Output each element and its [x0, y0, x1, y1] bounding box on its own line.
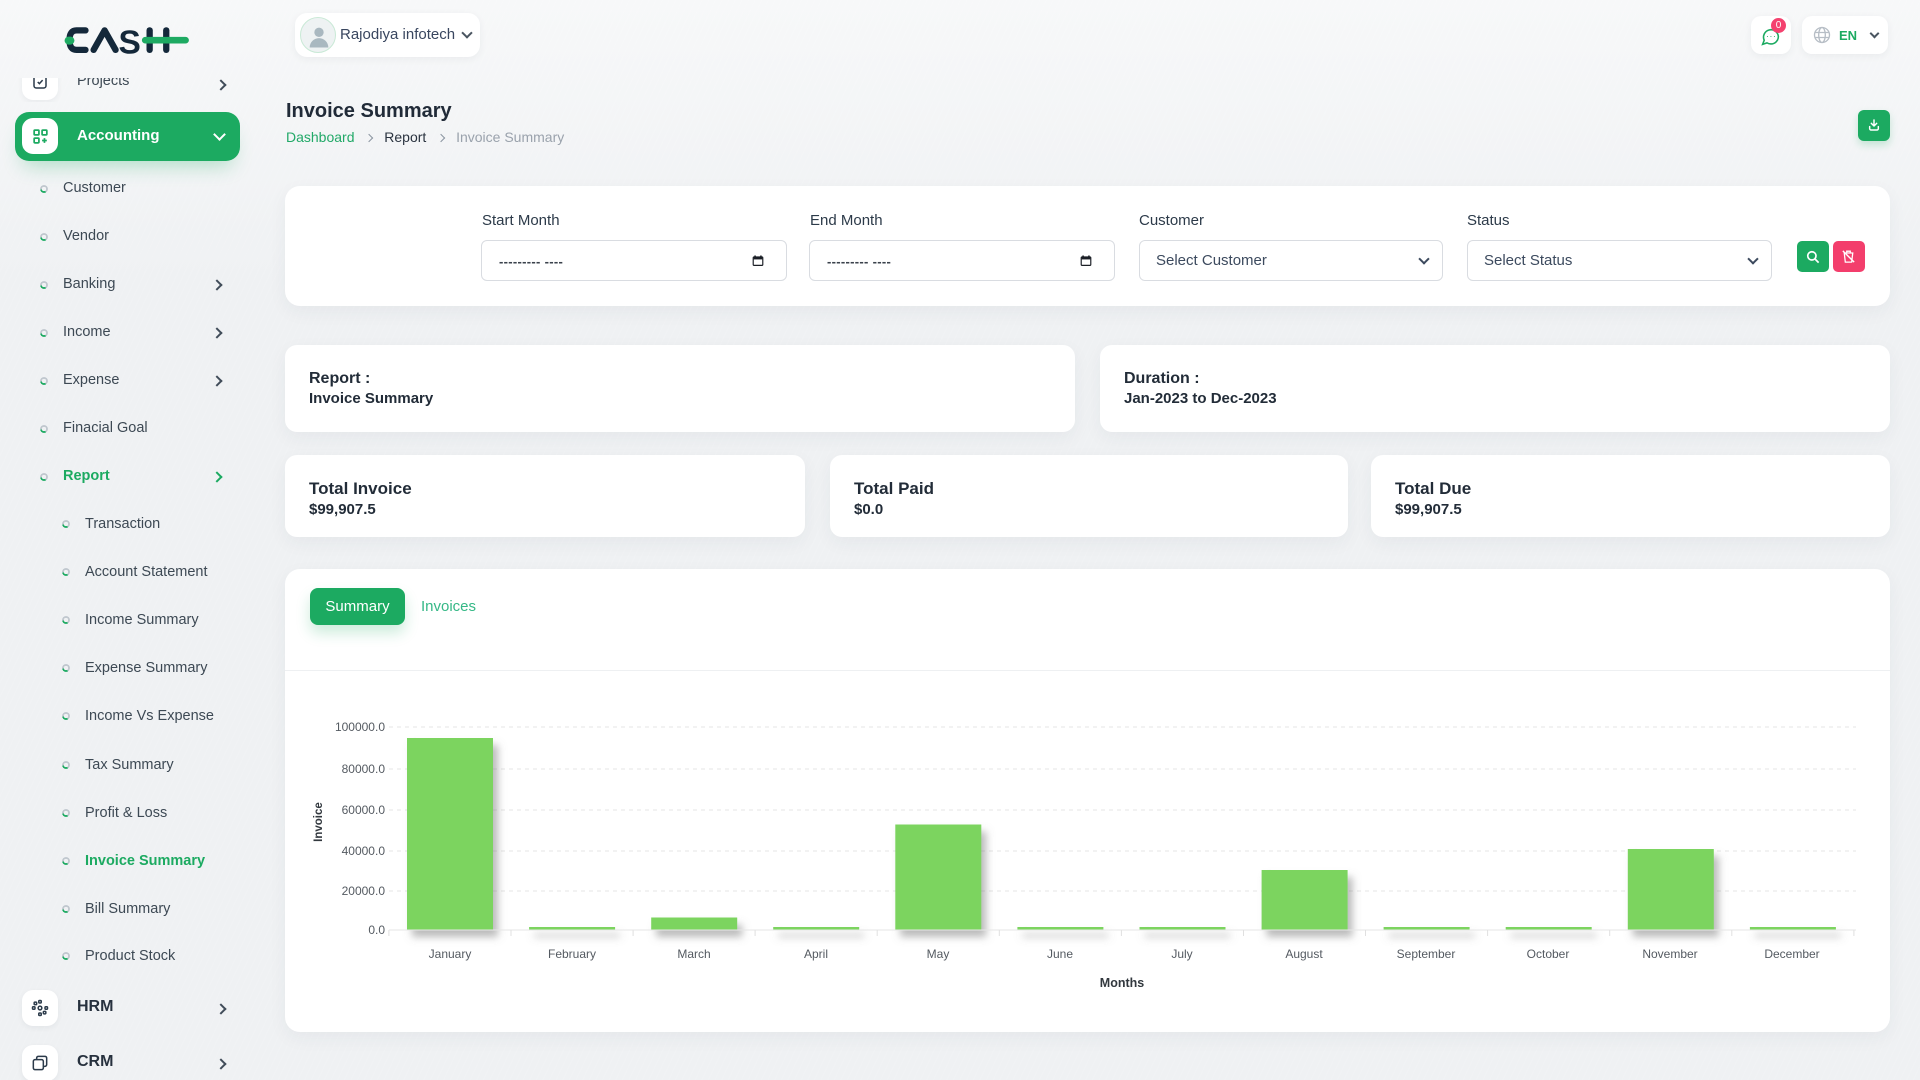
svg-text:0.0: 0.0 — [368, 923, 385, 937]
svg-text:Invoice: Invoice — [313, 802, 325, 842]
svg-text:January: January — [429, 947, 472, 961]
svg-text:February: February — [548, 947, 596, 961]
svg-text:August: August — [1285, 947, 1323, 961]
svg-text:September: September — [1397, 947, 1456, 961]
svg-text:100000.0: 100000.0 — [335, 720, 385, 734]
svg-text:80000.0: 80000.0 — [342, 762, 386, 776]
svg-text:June: June — [1047, 947, 1073, 961]
svg-text:October: October — [1527, 947, 1570, 961]
svg-text:December: December — [1764, 947, 1819, 961]
svg-text:May: May — [927, 947, 950, 961]
svg-text:60000.0: 60000.0 — [342, 803, 386, 817]
svg-text:July: July — [1171, 947, 1192, 961]
svg-text:March: March — [677, 947, 710, 961]
svg-text:Months: Months — [1100, 976, 1144, 990]
svg-text:20000.0: 20000.0 — [342, 884, 386, 898]
svg-text:40000.0: 40000.0 — [342, 844, 386, 858]
svg-text:April: April — [804, 947, 828, 961]
svg-text:November: November — [1642, 947, 1697, 961]
svg-text:S: S — [119, 24, 141, 60]
